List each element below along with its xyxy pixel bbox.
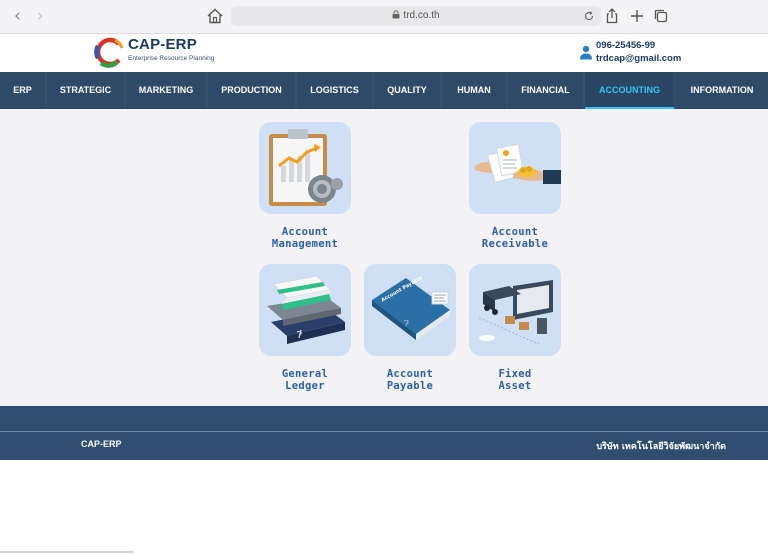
nav-item-erp[interactable]: ERP <box>0 72 45 109</box>
nav-item-financial[interactable]: FINANCIAL <box>508 72 583 109</box>
warehouse-asset-icon <box>478 280 553 345</box>
module-label-line1: Account <box>491 226 539 238</box>
forward-icon[interactable]: › <box>37 6 44 26</box>
module-label-line2: Payable <box>386 380 434 392</box>
contact-email[interactable]: trdcap@gmail.com <box>596 53 681 64</box>
cap-erp-logo-icon[interactable] <box>93 36 125 68</box>
ledger-books-icon <box>267 275 345 344</box>
module-label-line2: Management <box>271 238 339 250</box>
site-footer: CAP-ERP บริษัท เทคโนโลยีวิจัยพัฒนาจำกัด <box>0 432 768 460</box>
reload-icon[interactable] <box>583 10 595 22</box>
logo-title[interactable]: CAP-ERP <box>128 36 197 53</box>
nav-item-human[interactable]: HUMAN <box>442 72 506 109</box>
url-text: trd.co.th <box>403 10 440 21</box>
tabs-icon[interactable] <box>652 7 670 25</box>
nav-item-quality[interactable]: QUALITY <box>374 72 440 109</box>
footer-brand[interactable]: CAP-ERP <box>81 439 122 449</box>
module-grid: Account Management Account Receivable Ge… <box>0 109 768 406</box>
scroll-indicator <box>0 551 134 553</box>
module-label-line1: Account <box>281 226 329 238</box>
browser-toolbar: ‹ › trd.co.th <box>0 0 768 34</box>
page-blank-area <box>0 460 768 555</box>
user-contact-icon <box>580 45 592 60</box>
nav-item-strategic[interactable]: STRATEGIC <box>47 72 124 109</box>
address-bar[interactable]: trd.co.th <box>231 6 601 26</box>
back-icon[interactable]: ‹ <box>14 6 21 26</box>
home-icon[interactable] <box>206 7 224 25</box>
account-payable-book-icon: Account Payable <box>372 275 450 340</box>
module-label-line1: Account <box>386 368 434 380</box>
module-label-line2: Asset <box>498 380 532 392</box>
nav-item-marketing[interactable]: MARKETING <box>126 72 206 109</box>
module-label-line1: Fixed <box>498 368 532 380</box>
site-header: CAP-ERP Enterprise Resource Planning 096… <box>0 34 768 72</box>
nav-item-information[interactable]: INFORMATION <box>676 72 768 109</box>
contact-phone[interactable]: 096-25456-99 <box>596 40 655 51</box>
nav-item-production[interactable]: PRODUCTION <box>208 72 295 109</box>
nav-item-logistics[interactable]: LOGISTICS <box>297 72 372 109</box>
payment-hand-icon <box>475 143 561 184</box>
module-label-line2: Receivable <box>481 238 549 250</box>
module-label-line1: General <box>281 368 329 380</box>
footer-company-name: บริษัท เทคโนโลยีวิจัยพัฒนาจำกัด <box>596 442 726 452</box>
new-tab-icon[interactable] <box>628 7 646 25</box>
nav-item-accounting[interactable]: ACCOUNTING <box>585 72 674 109</box>
chart-clipboard-icon <box>269 129 343 206</box>
logo-subtitle: Enterprise Resource Planning <box>128 55 215 62</box>
main-nav: ERP STRATEGIC MARKETING PRODUCTION LOGIS… <box>0 72 768 109</box>
footer-top-band <box>0 406 768 432</box>
module-label-line2: Ledger <box>285 380 325 392</box>
lock-icon <box>392 10 400 19</box>
share-icon[interactable] <box>603 7 621 25</box>
